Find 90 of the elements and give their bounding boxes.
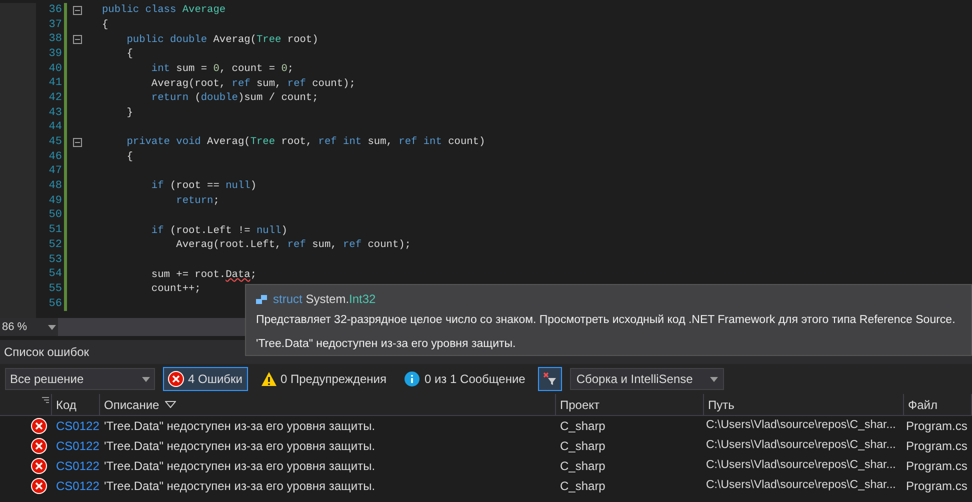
code-line: return; xyxy=(175,196,220,206)
column-header[interactable]: Файл xyxy=(904,394,972,415)
code-line: if (root.Left != null) xyxy=(150,226,288,236)
table-cell-text: C_sharp xyxy=(559,478,606,495)
code-line: } xyxy=(126,108,133,118)
code-line: { xyxy=(102,20,108,30)
code-line: int sum = 0, count = 0; xyxy=(150,64,294,74)
warning-icon xyxy=(260,371,276,387)
line-number: 55 xyxy=(48,284,62,295)
caret-icon xyxy=(48,324,56,330)
code-line: sum += root.Data; xyxy=(150,270,256,280)
table-cell-text: Program.cs xyxy=(905,458,968,475)
table-cell-text: C_sharp xyxy=(559,458,606,475)
clear-filter-button[interactable] xyxy=(538,367,562,391)
code-line: Averag(root.Left, ref sum, ref count); xyxy=(175,240,411,250)
error-icon xyxy=(31,418,47,434)
line-number: 45 xyxy=(48,137,62,148)
code-line: Averag(root, ref sum, ref count); xyxy=(150,78,356,89)
filter-toggle[interactable]: 0 Предупреждения xyxy=(256,367,392,391)
table-cell-text: Program.cs xyxy=(905,438,968,455)
error-code-link[interactable]: CS0122 xyxy=(52,457,100,475)
error-icon xyxy=(168,371,184,387)
collapse-icon[interactable] xyxy=(73,6,82,15)
table-cell-text: C_sharp xyxy=(559,438,606,455)
caret-icon xyxy=(142,376,150,382)
line-number: 38 xyxy=(48,34,62,46)
sort-icon[interactable] xyxy=(42,397,49,403)
line-number: 54 xyxy=(48,269,62,280)
line-number: 46 xyxy=(48,152,62,163)
line-number: 56 xyxy=(48,298,62,310)
column-header[interactable]: Код xyxy=(52,394,100,415)
line-number: 40 xyxy=(48,64,62,75)
table-cell-text: C:\Users\Vlad\source\repos\C_shar... xyxy=(705,478,897,494)
struct-icon xyxy=(256,294,267,304)
error-code-link[interactable]: CS0122 xyxy=(52,417,100,435)
filter-toggle[interactable]: 4 Ошибки xyxy=(163,367,248,391)
line-number: 50 xyxy=(48,210,62,222)
code-line: private void Averag(Tree root, ref int sum, ref int count) xyxy=(126,137,486,148)
code-line: if (root == null) xyxy=(150,181,256,192)
table-cell-text: Program.cs xyxy=(905,418,968,435)
filter-toggle[interactable]: 0 из 1 Сообщение xyxy=(399,367,530,391)
line-number: 43 xyxy=(48,108,62,119)
column-header[interactable]: Проект xyxy=(556,394,704,415)
table-cell-text: 'Tree.Data" недоступен из-за его уровня защиты. xyxy=(103,478,376,495)
line-number: 49 xyxy=(48,196,62,207)
sort-arrow-icon xyxy=(165,401,176,408)
line-number: 39 xyxy=(48,48,62,60)
table-cell-text: 'Tree.Data" недоступен из-за его уровня защиты. xyxy=(103,458,376,475)
line-number: 52 xyxy=(48,240,62,251)
error-code-link[interactable]: CS0122 xyxy=(52,437,100,455)
table-cell-text: Program.cs xyxy=(905,478,968,495)
table-cell-text: C:\Users\Vlad\source\repos\C_shar... xyxy=(705,458,897,474)
table-cell-text: 'Tree.Data" недоступен из-за его уровня защиты. xyxy=(103,438,376,455)
error-icon xyxy=(31,438,47,454)
line-number: 44 xyxy=(48,122,62,134)
table-cell-text: 'Tree.Data" недоступен из-за его уровня защиты. xyxy=(103,418,376,435)
scope-dropdown[interactable]: Все решение xyxy=(5,368,155,390)
tooltip-description: Представляет 32-разрядное целое число со знаком. Просмотреть исходный код .NET Framework для этого типа Reference Source. xyxy=(256,313,956,328)
code-line: count++; xyxy=(150,284,201,295)
panel-title: Список ошибок xyxy=(4,344,90,361)
tooltip-signature: struct System.Int32 xyxy=(273,291,376,308)
line-number: 42 xyxy=(48,92,62,104)
code-line: public double Averag(Tree root) xyxy=(126,34,318,45)
code-line: { xyxy=(126,152,133,162)
collapse-icon[interactable] xyxy=(73,35,82,44)
code-line: public class Average xyxy=(102,5,226,16)
table-cell-text: C:\Users\Vlad\source\repos\C_shar... xyxy=(705,418,897,434)
table-cell-text: C:\Users\Vlad\source\repos\C_shar... xyxy=(705,438,897,454)
tooltip-error: 'Tree.Data" недоступен из-за его уровня защиты. xyxy=(256,337,517,352)
line-number: 47 xyxy=(48,166,62,178)
line-number: 51 xyxy=(48,225,62,236)
line-number: 37 xyxy=(48,20,62,31)
table-cell-text: C_sharp xyxy=(559,418,606,435)
filter-clear-icon xyxy=(543,372,558,386)
code-line: { xyxy=(126,49,133,60)
line-number: 53 xyxy=(48,254,62,266)
error-code-link[interactable]: CS0122 xyxy=(52,477,100,495)
caret-icon xyxy=(710,376,718,382)
info-icon xyxy=(404,371,420,387)
collapse-icon[interactable] xyxy=(73,138,82,148)
code-line: return (double)sum / count; xyxy=(150,93,318,104)
error-icon xyxy=(31,458,47,474)
zoom-dropdown[interactable]: 86 % xyxy=(0,318,58,336)
column-header[interactable]: Описание xyxy=(100,394,556,415)
line-number: 48 xyxy=(48,181,62,192)
line-number: 36 xyxy=(48,4,62,16)
error-icon xyxy=(31,478,47,494)
column-header[interactable]: Путь xyxy=(704,394,904,415)
line-number: 41 xyxy=(48,78,62,90)
source-dropdown[interactable]: Сборка и IntelliSense xyxy=(570,368,724,390)
